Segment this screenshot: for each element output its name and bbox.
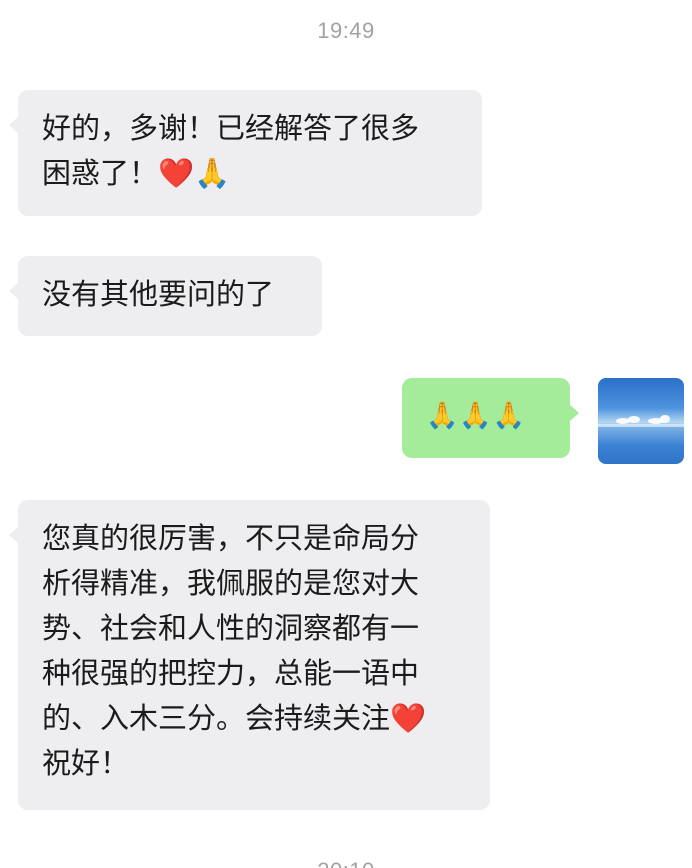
outgoing-message-bubble[interactable]: 🙏🙏🙏 [402,378,579,458]
timestamp: 19:49 [317,18,375,43]
incoming-message-bubble[interactable]: 没有其他要问的了 [9,256,322,336]
incoming-message-bubble[interactable]: 您真的很厉害，不只是命局分 析得精准，我佩服的是您对大 势、社会和人性的洞察都有… [9,500,490,810]
incoming-message-bubble[interactable]: 好的，多谢！已经解答了很多 困惑了！❤️🙏 [9,90,482,216]
chat-view: 19:49 好的，多谢！已经解答了很多 困惑了！❤️🙏 没有其他要问的了 🙏🙏🙏… [0,0,692,868]
timestamp: 20:10 [0,858,692,868]
sky-sea-avatar-icon[interactable] [598,378,684,464]
